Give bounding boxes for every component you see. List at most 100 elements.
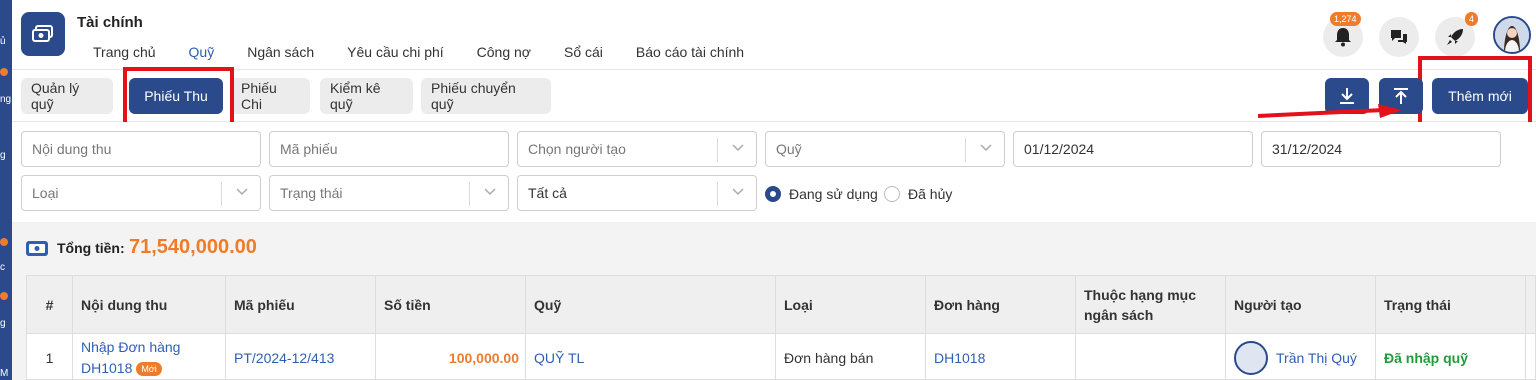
- row-index: 1: [27, 334, 73, 380]
- nav-item-home[interactable]: Trang chủ: [93, 44, 156, 60]
- scope-select[interactable]: Tất cả: [517, 175, 757, 211]
- content-filter-input[interactable]: Nội dung thu: [21, 131, 261, 167]
- select-separator: [469, 182, 470, 206]
- receipts-table: # Nội dung thu Mã phiếu Số tiền Quỹ Loại…: [26, 275, 1536, 380]
- bell-icon: [1335, 28, 1351, 47]
- sidebar-dot: [0, 238, 8, 246]
- radio-unchecked-icon: [884, 186, 900, 202]
- row-content-line2-wrap: DH1018 Mới: [81, 358, 162, 379]
- sidebar-fragment: M: [0, 368, 9, 379]
- total-value: 71,540,000.00: [129, 236, 257, 258]
- nav-item-fund[interactable]: Quỹ: [189, 44, 215, 60]
- row-budget-category: [1076, 334, 1226, 380]
- row-content[interactable]: Nhập Đơn hàng DH1018 Mới: [73, 334, 226, 380]
- sidebar-dot: [0, 292, 8, 300]
- col-order: Đơn hàng: [926, 276, 1076, 334]
- tab-fund-transfer[interactable]: Phiếu chuyển quỹ: [421, 78, 551, 114]
- type-select-value: Loại: [32, 185, 59, 201]
- nav-item-financial-report[interactable]: Báo cáo tài chính: [636, 44, 744, 60]
- col-code: Mã phiếu: [226, 276, 376, 334]
- nav-item-debt[interactable]: Công nợ: [477, 44, 531, 60]
- add-new-button[interactable]: Thêm mới: [1432, 78, 1528, 114]
- type-select[interactable]: Loại: [21, 175, 261, 211]
- row-amount: 100,000.00: [376, 334, 526, 380]
- row-content-line1[interactable]: Nhập Đơn hàng: [81, 337, 180, 358]
- user-avatar[interactable]: [1493, 16, 1531, 54]
- money-bill-glyph-icon: [29, 244, 45, 253]
- radio-active[interactable]: Đang sử dụng: [765, 186, 878, 202]
- money-icon: [32, 25, 53, 42]
- sidebar-fragment: g: [0, 150, 6, 161]
- nav-item-expense-request[interactable]: Yêu cầu chi phí: [347, 44, 444, 60]
- avatar-image-icon: [1495, 18, 1529, 52]
- col-budget-line1: Thuộc hạng mục: [1084, 287, 1196, 303]
- download-icon: [1340, 88, 1354, 104]
- row-code[interactable]: PT/2024-12/413: [226, 334, 376, 380]
- creator-select[interactable]: Chọn người tạo: [517, 131, 757, 167]
- table-row[interactable]: 1 Nhập Đơn hàng DH1018 Mới PT/2024-12/413…: [27, 334, 1535, 380]
- app-title: Tài chính: [77, 14, 143, 31]
- money-bill-icon: [26, 241, 48, 256]
- filter-panel: Nội dung thu Mã phiếu Chọn người tạo Quỹ…: [12, 122, 1536, 222]
- sidebar-fragment: ng: [0, 94, 12, 105]
- chevron-down-icon: [236, 188, 248, 196]
- col-budget-category: Thuộc hạng mục ngân sách: [1076, 276, 1226, 334]
- col-status: Trạng thái: [1376, 276, 1526, 334]
- nav-item-budget[interactable]: Ngân sách: [247, 44, 314, 60]
- col-fund: Quỹ: [526, 276, 776, 334]
- chat-icon: [1391, 30, 1407, 44]
- sidebar-fragment: g: [0, 318, 6, 329]
- rocket-badge: 4: [1465, 12, 1479, 26]
- date-from-input[interactable]: 01/12/2024: [1013, 131, 1253, 167]
- new-badge: Mới: [136, 361, 162, 376]
- arrow-annotation-icon: [1257, 104, 1402, 118]
- tab-fund-management[interactable]: Quản lý quỹ: [21, 78, 113, 114]
- tab-fund-audit[interactable]: Kiểm kê quỹ: [320, 78, 413, 114]
- creator-select-value: Chọn người tạo: [528, 141, 626, 157]
- sidebar-fragment: ủ: [0, 36, 6, 47]
- col-type: Loại: [776, 276, 926, 334]
- fund-select[interactable]: Quỹ: [765, 131, 1005, 167]
- sidebar-dot: [0, 68, 8, 76]
- row-fund[interactable]: QUỸ TL: [526, 334, 776, 380]
- code-filter-input[interactable]: Mã phiếu: [269, 131, 509, 167]
- col-content: Nội dung thu: [73, 276, 226, 334]
- chevron-down-icon: [980, 144, 992, 152]
- col-creator: Người tạo: [1226, 276, 1376, 334]
- chevron-down-icon: [732, 144, 744, 152]
- main-nav: Trang chủ Quỹ Ngân sách Yêu cầu chi phí …: [93, 44, 777, 60]
- select-separator: [221, 182, 222, 206]
- row-creator[interactable]: Trần Thị Quý: [1226, 334, 1376, 380]
- select-separator: [717, 182, 718, 206]
- radio-cancelled[interactable]: Đã hủy: [884, 186, 952, 202]
- row-order[interactable]: DH1018: [926, 334, 1076, 380]
- sidebar-strip: ủ ng g c g M: [0, 0, 12, 380]
- scope-select-value: Tất cả: [528, 185, 567, 201]
- chevron-down-icon: [484, 188, 496, 196]
- chevron-down-icon: [732, 188, 744, 196]
- top-bar: Tài chính Trang chủ Quỹ Ngân sách Yêu cầ…: [12, 0, 1536, 70]
- row-creator-name[interactable]: Trần Thị Quý: [1276, 350, 1357, 366]
- status-select[interactable]: Trạng thái: [269, 175, 509, 211]
- select-separator: [717, 138, 718, 162]
- radio-checked-icon: [765, 186, 781, 202]
- upload-icon: [1394, 88, 1408, 104]
- col-index: #: [27, 276, 73, 334]
- sidebar-fragment: c: [0, 262, 5, 273]
- date-to-input[interactable]: 31/12/2024: [1261, 131, 1501, 167]
- nav-item-ledger[interactable]: Sổ cái: [564, 44, 603, 60]
- col-budget-line2: ngân sách: [1084, 307, 1154, 323]
- highlight-box: [123, 67, 234, 128]
- radio-active-label: Đang sử dụng: [789, 186, 878, 202]
- table-header: # Nội dung thu Mã phiếu Số tiền Quỹ Loại…: [27, 276, 1535, 334]
- col-amount: Số tiền: [376, 276, 526, 334]
- chat-button[interactable]: [1379, 17, 1419, 57]
- creator-avatar: [1234, 340, 1268, 375]
- select-separator: [965, 138, 966, 162]
- row-content-line2[interactable]: DH1018: [81, 360, 132, 376]
- row-type: Đơn hàng bán: [776, 334, 926, 380]
- notifications-badge: 1,274: [1330, 12, 1361, 26]
- finance-app-icon[interactable]: [21, 12, 65, 56]
- tab-payment[interactable]: Phiếu Chi: [231, 78, 310, 114]
- radio-cancelled-label: Đã hủy: [908, 186, 953, 202]
